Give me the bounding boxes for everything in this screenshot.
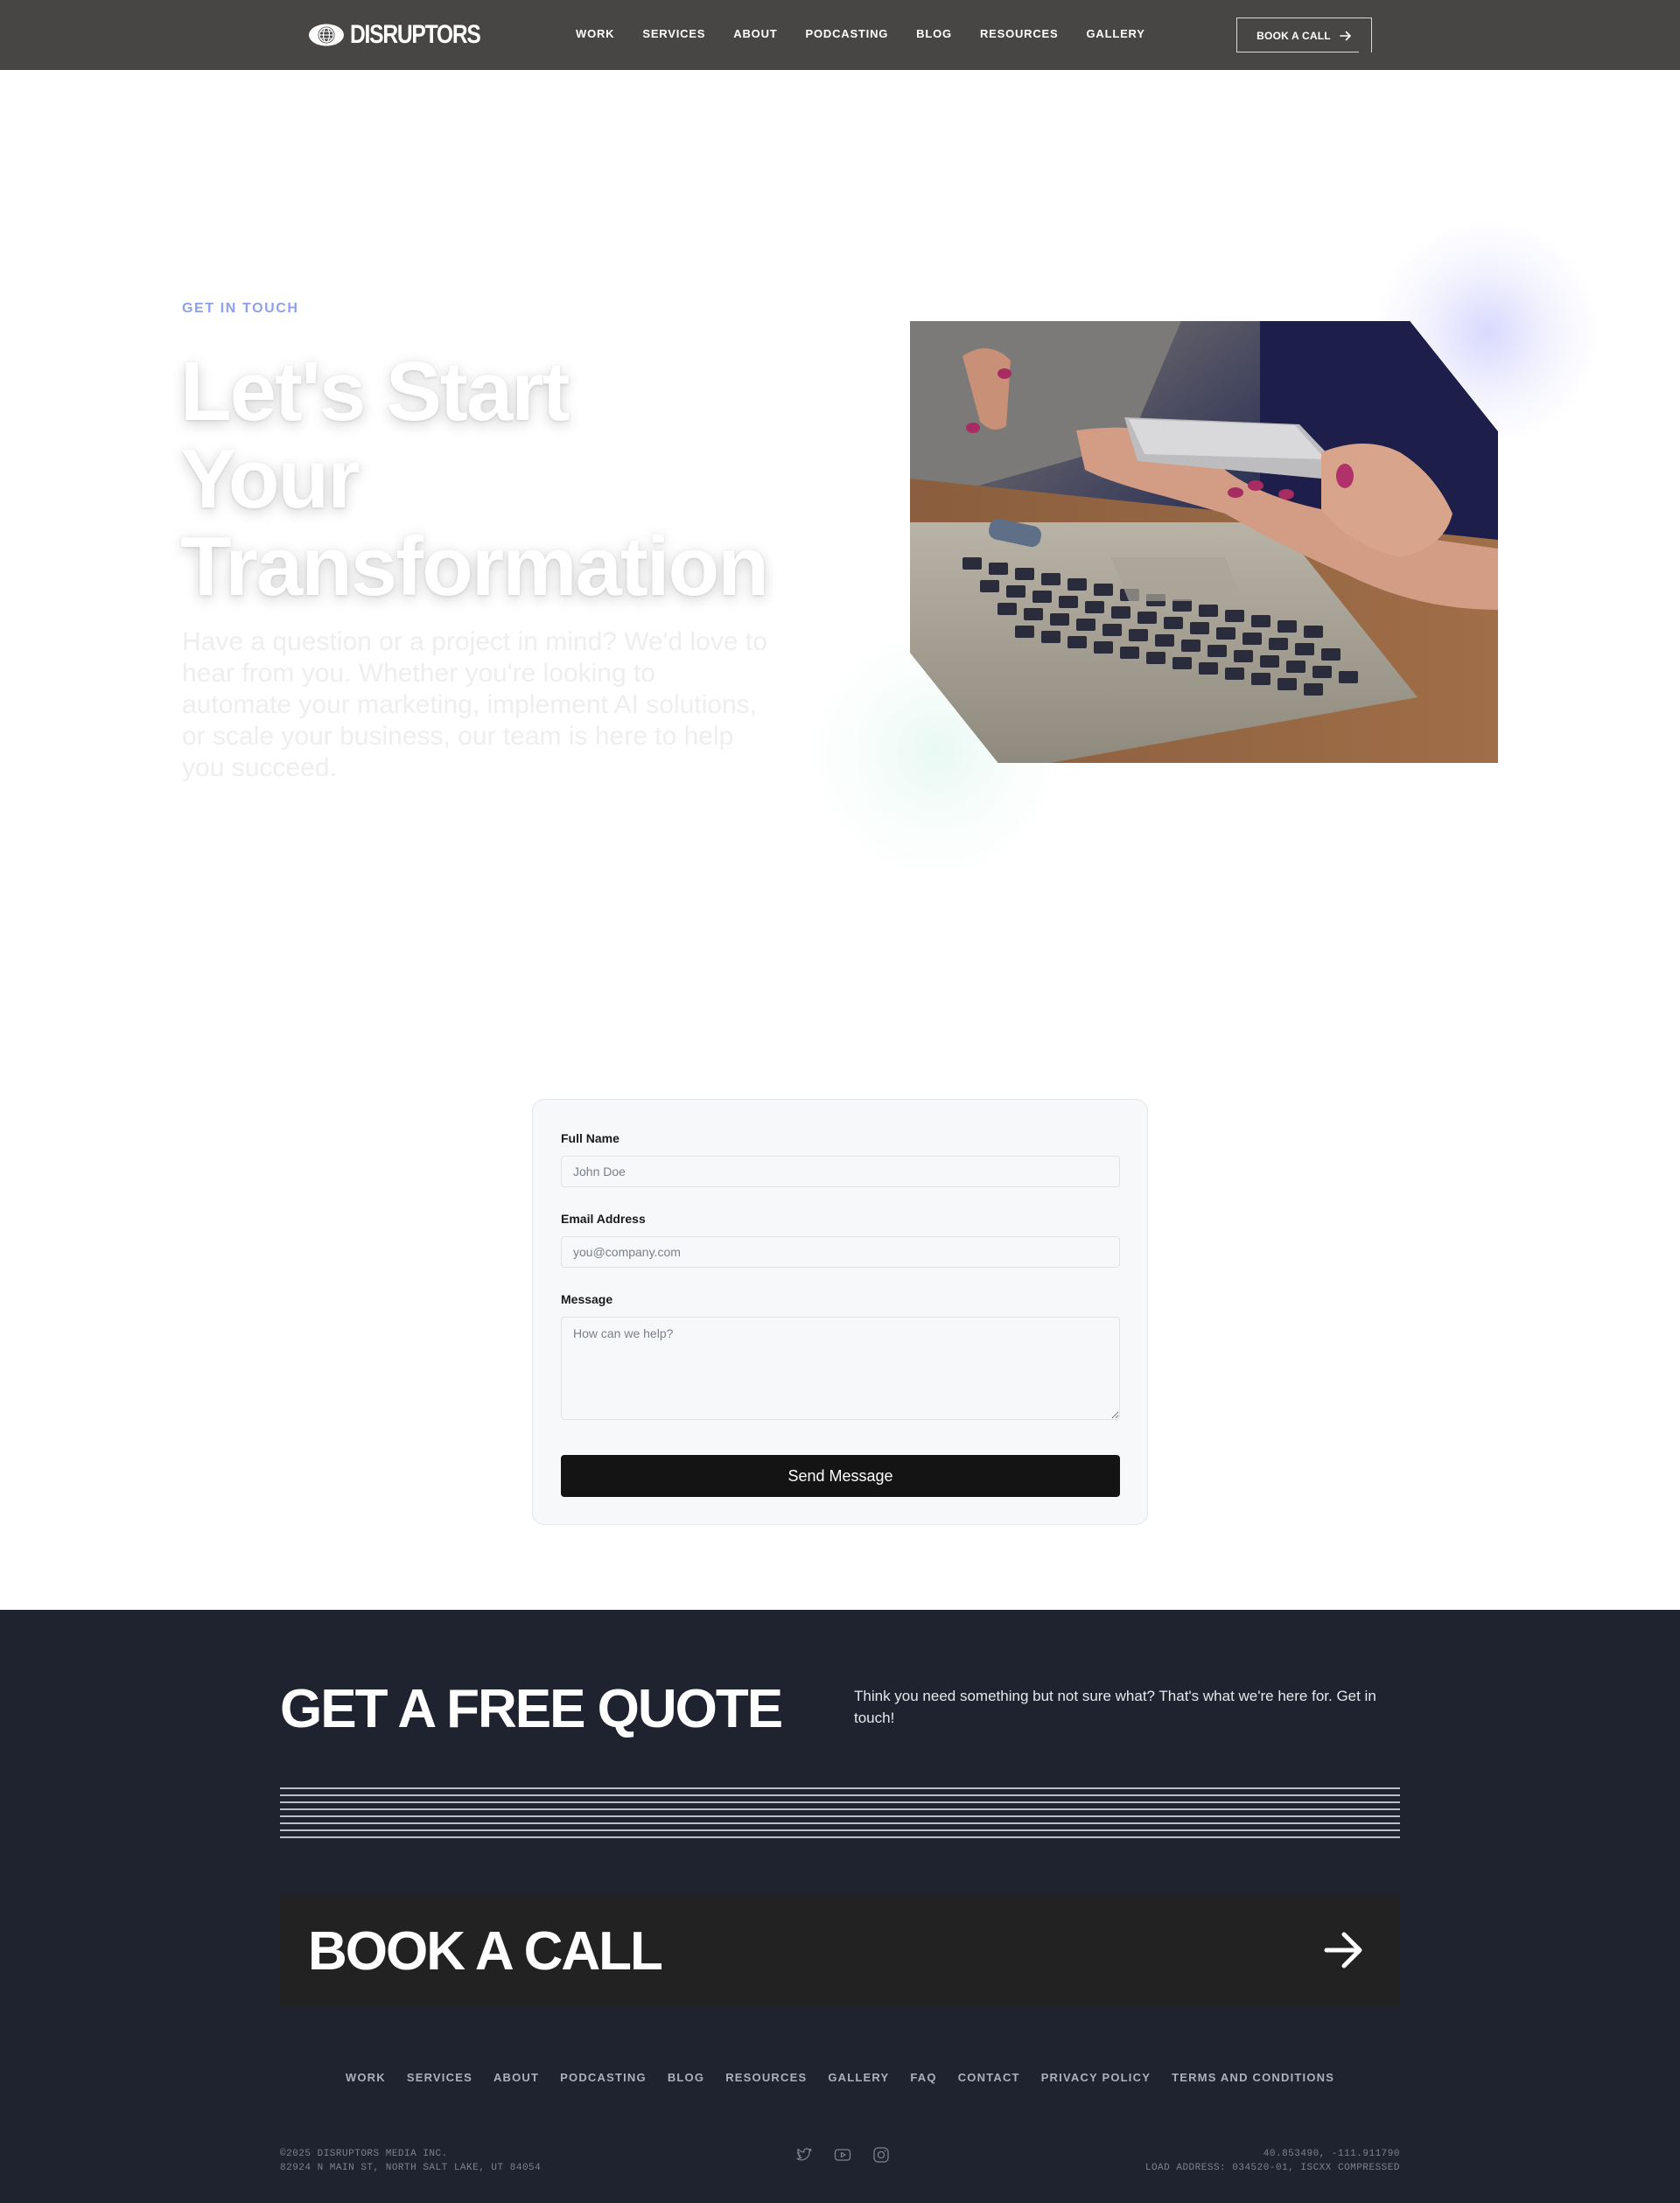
send-message-button[interactable]: Send Message xyxy=(561,1455,1120,1497)
stripe-line xyxy=(280,1815,1400,1817)
footer-link-faq[interactable]: FAQ xyxy=(910,2071,936,2084)
footer-link-resources[interactable]: RESOURCES xyxy=(725,2071,807,2084)
stripe-line xyxy=(280,1829,1400,1831)
book-a-call-banner[interactable]: BOOK A CALL xyxy=(280,1894,1400,2006)
stripe-line xyxy=(280,1808,1400,1810)
hero-image-laptop-phone xyxy=(910,321,1498,763)
stripe-line xyxy=(280,1794,1400,1796)
book-a-call-label: BOOK A CALL xyxy=(1256,29,1331,42)
full-name-label: Full Name xyxy=(561,1131,620,1145)
contact-form: Full Name Email Address Message Send Mes… xyxy=(532,1099,1148,1525)
hero-photo xyxy=(910,321,1498,763)
book-a-call-button[interactable]: BOOK A CALL xyxy=(1236,17,1372,52)
stripe-line xyxy=(280,1801,1400,1803)
copyright: ©2025 DISRUPTORS MEDIA INC. xyxy=(280,2149,448,2159)
instagram-icon[interactable] xyxy=(872,2145,891,2165)
footer-link-terms[interactable]: TERMS AND CONDITIONS xyxy=(1172,2071,1334,2084)
footer-link-work[interactable]: WORK xyxy=(346,2071,386,2084)
hero-eyebrow: GET IN TOUCH xyxy=(182,301,299,316)
coordinates: 40.853490, -111.911790 xyxy=(1263,2149,1400,2159)
nav-podcasting[interactable]: PODCASTING xyxy=(806,27,889,40)
email-input[interactable] xyxy=(561,1236,1120,1268)
message-textarea[interactable] xyxy=(561,1317,1120,1420)
nav-about[interactable]: ABOUT xyxy=(733,27,777,40)
globe-eye-icon xyxy=(309,24,344,46)
nav-blog[interactable]: BLOG xyxy=(916,27,952,40)
footer-link-services[interactable]: SERVICES xyxy=(407,2071,472,2084)
twitter-icon[interactable] xyxy=(794,2145,814,2165)
email-label: Email Address xyxy=(561,1212,646,1226)
site-footer: GET A FREE QUOTE Think you need somethin… xyxy=(0,1610,1680,2203)
arrow-right-icon xyxy=(1324,1932,1362,1969)
main-nav: WORK SERVICES ABOUT PODCASTING BLOG RESO… xyxy=(576,27,1173,40)
nav-resources[interactable]: RESOURCES xyxy=(980,27,1059,40)
footer-nav: WORK SERVICES ABOUT PODCASTING BLOG RESO… xyxy=(0,2071,1680,2084)
footer-link-privacy-policy[interactable]: PRIVACY POLICY xyxy=(1041,2071,1151,2084)
load-address: LOAD ADDRESS: 034520-01, ISCXX COMPRESSE… xyxy=(1144,2163,1400,2173)
footer-link-podcasting[interactable]: PODCASTING xyxy=(560,2071,647,2084)
hero-title-line: Your xyxy=(180,432,360,526)
site-header: DISRUPTORS WORK SERVICES ABOUT PODCASTIN… xyxy=(0,0,1680,70)
footer-link-about[interactable]: ABOUT xyxy=(494,2071,539,2084)
footer-link-gallery[interactable]: GALLERY xyxy=(828,2071,889,2084)
footer-link-blog[interactable]: BLOG xyxy=(668,2071,704,2084)
youtube-icon[interactable] xyxy=(833,2145,852,2165)
stripe-line xyxy=(280,1836,1400,1838)
brand-name: DISRUPTORS xyxy=(350,20,481,49)
quote-title: GET A FREE QUOTE xyxy=(280,1679,783,1739)
nav-work[interactable]: WORK xyxy=(576,27,614,40)
social-links xyxy=(794,2145,910,2165)
quote-text: Think you need something but not sure wh… xyxy=(854,1688,1376,1726)
hero-description: Have a question or a project in mind? We… xyxy=(182,627,767,782)
nav-services[interactable]: SERVICES xyxy=(642,27,705,40)
footer-location-info: 40.853490, -111.911790 LOAD ADDRESS: 034… xyxy=(1145,2147,1400,2175)
nav-gallery[interactable]: GALLERY xyxy=(1087,27,1145,40)
hero-title-line: Let's Start xyxy=(180,345,570,438)
decorative-stripes xyxy=(280,1787,1400,1840)
hero-title: Let's Start Your Transformation xyxy=(180,348,828,611)
stripe-line xyxy=(280,1787,1400,1789)
logo[interactable]: DISRUPTORS xyxy=(308,19,508,51)
footer-company-info: ©2025 DISRUPTORS MEDIA INC. 82924 N MAIN… xyxy=(280,2147,541,2175)
company-address: 82924 N MAIN ST, NORTH SALT LAKE, UT 840… xyxy=(280,2163,542,2173)
message-label: Message xyxy=(561,1292,613,1306)
stripe-line xyxy=(280,1822,1400,1824)
book-a-call-banner-label: BOOK A CALL xyxy=(308,1921,663,1982)
arrow-right-icon xyxy=(1340,31,1351,40)
hero-title-line: Transformation xyxy=(180,520,769,613)
full-name-input[interactable] xyxy=(561,1156,1120,1187)
footer-link-contact[interactable]: CONTACT xyxy=(958,2071,1020,2084)
